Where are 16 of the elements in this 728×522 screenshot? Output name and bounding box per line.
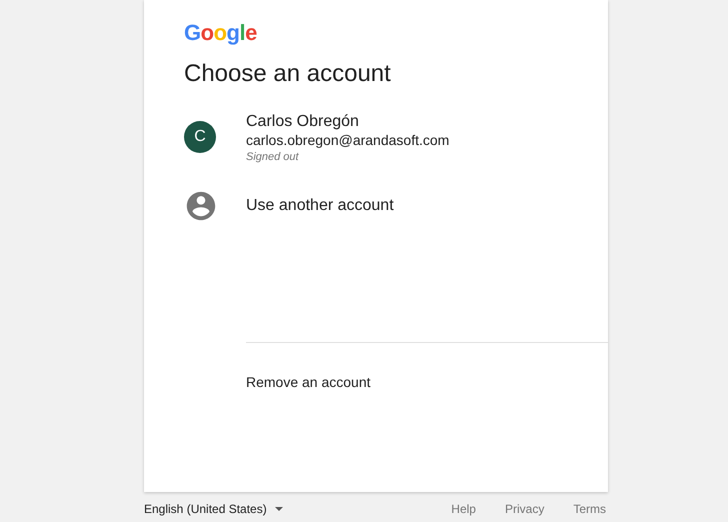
account-status: Signed out xyxy=(246,150,300,165)
page-title: Choose an account xyxy=(184,59,391,89)
footer-link[interactable]: Help xyxy=(451,500,476,518)
use-another-account-label: Use another account xyxy=(246,196,394,216)
account-email: carlos.obregon@arandasoft.com xyxy=(246,132,450,149)
language-selector[interactable]: English (United States) xyxy=(144,500,283,518)
remove-account-link[interactable]: Remove an account xyxy=(246,374,371,390)
use-another-account-item[interactable]: Use another account xyxy=(144,180,608,232)
footer-link[interactable]: Terms xyxy=(573,500,606,518)
account-item[interactable]: C Carlos Obregón carlos.obregon@arandasoft.com Signed out xyxy=(144,112,608,180)
avatar: C xyxy=(184,121,216,153)
account-name: Carlos Obregón xyxy=(246,112,360,132)
caret-icon xyxy=(274,507,283,511)
footer-link[interactable]: Privacy xyxy=(504,500,544,518)
person-icon xyxy=(184,189,218,223)
google-logo: Google xyxy=(184,20,257,46)
